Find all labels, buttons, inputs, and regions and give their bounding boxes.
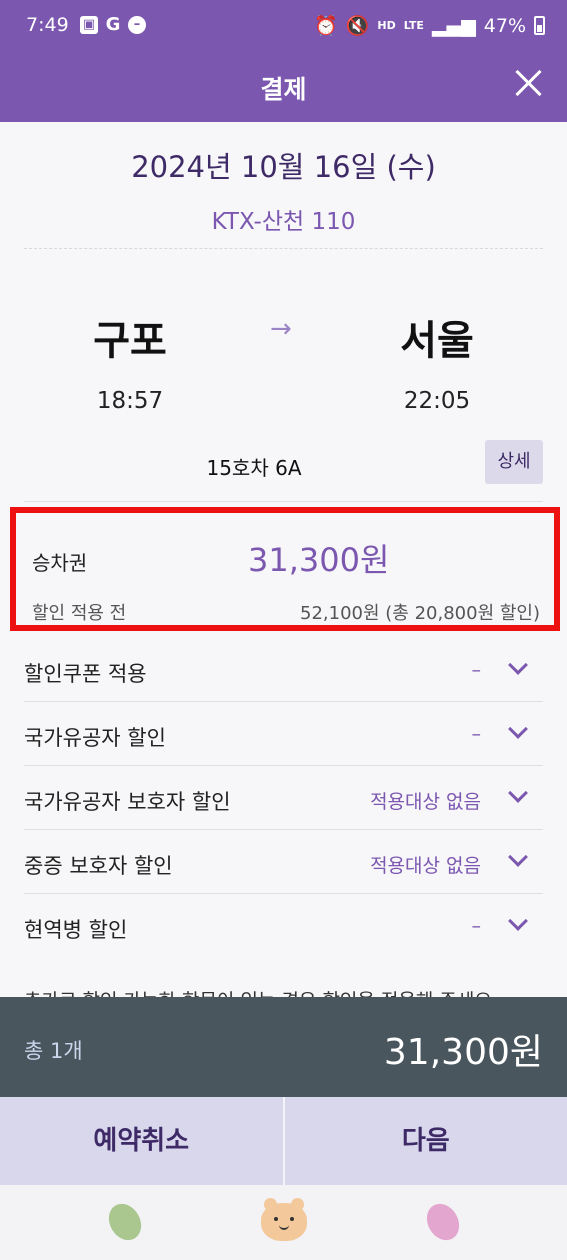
status-time: 7:49 (26, 14, 69, 36)
discount-row-veteran[interactable]: 국가유공자 할인 – (24, 702, 543, 766)
chevron-down-icon[interactable] (507, 914, 527, 934)
ticket-price-box: 승차권 31,300원 할인 적용 전 52,100원 (총 20,800원 할… (10, 507, 560, 631)
trip-date: 2024년 10월 16일 (수) (131, 150, 436, 184)
discount-row-severe-guardian[interactable]: 중증 보호자 할인 적용대상 없음 (24, 830, 543, 894)
next-button[interactable]: 다음 (285, 1097, 567, 1185)
total-bar: 총 1개 31,300원 (0, 997, 567, 1097)
alarm-icon: ⏰ (314, 15, 338, 37)
chevron-down-icon[interactable] (507, 850, 527, 870)
detail-button[interactable]: 상세 (485, 440, 543, 484)
train-name: KTX-산천 110 (211, 209, 356, 235)
arrow-right-icon: → (270, 314, 292, 344)
discount-label: 현역병 할인 (24, 918, 128, 942)
hd-voice-icon: HD (377, 19, 396, 32)
pre-discount-label: 할인 적용 전 (32, 603, 127, 624)
arrival: 서울 22:05 (347, 308, 527, 414)
seat-info: 15호차 6A (206, 456, 302, 480)
total-count: 총 1개 (24, 1039, 83, 1063)
bottom-nav (0, 1185, 567, 1260)
pink-bean-icon[interactable] (420, 1198, 466, 1246)
cancel-reservation-button[interactable]: 예약취소 (0, 1097, 283, 1185)
discount-hint-text: 추가로 할인 가능한 항목이 있는 경우 할인을 적용해 주세요. (24, 986, 498, 997)
battery-percent: 47% (483, 14, 526, 37)
arrival-station: 서울 (400, 318, 474, 364)
discount-row-veteran-guardian[interactable]: 국가유공자 보호자 할인 적용대상 없음 (24, 766, 543, 830)
chevron-down-icon[interactable] (507, 722, 527, 742)
departure-station: 구포 (93, 318, 167, 364)
status-bar: 7:49 ▣ G – ⏰ 🔇 HD LTE ▂▄▆ 47% (0, 0, 567, 52)
payment-content[interactable]: 2024년 10월 16일 (수) KTX-산천 110 구포 18:57 → … (0, 122, 567, 997)
dnd-icon: – (128, 16, 146, 34)
discount-row-coupon[interactable]: 할인쿠폰 적용 – (24, 638, 543, 702)
lte-icon: LTE (403, 19, 424, 32)
divider (24, 501, 543, 502)
discount-label: 국가유공자 할인 (24, 726, 166, 750)
pre-discount-value: 52,100원 (총 20,800원 할인) (300, 603, 540, 624)
chevron-down-icon[interactable] (507, 786, 527, 806)
google-icon: G (105, 14, 121, 35)
signal-icon: ▂▄▆ (431, 14, 476, 37)
departure-time: 18:57 (96, 388, 164, 414)
battery-icon (534, 16, 545, 35)
arrival-time: 22:05 (403, 388, 471, 414)
page-title: 결제 (260, 75, 307, 104)
discount-label: 할인쿠폰 적용 (24, 662, 147, 686)
discount-value: 적용대상 없음 (370, 855, 481, 877)
discount-value: – (471, 915, 482, 937)
ticket-label: 승차권 (32, 551, 88, 575)
gallery-icon: ▣ (80, 16, 98, 34)
dashed-divider (24, 248, 543, 249)
discount-value: 적용대상 없음 (370, 791, 481, 813)
departure: 구포 18:57 (40, 308, 220, 414)
green-bean-icon[interactable] (102, 1198, 148, 1246)
discount-value: – (471, 659, 482, 681)
bear-icon[interactable] (261, 1198, 307, 1241)
discount-label: 중증 보호자 할인 (24, 854, 173, 878)
header: 결제 (0, 52, 567, 122)
mute-icon: 🔇 (345, 15, 370, 37)
total-amount: 31,300원 (383, 1032, 543, 1073)
discount-row-soldier[interactable]: 현역병 할인 – (24, 894, 543, 958)
ticket-price: 31,300원 (248, 541, 390, 579)
discount-label: 국가유공자 보호자 할인 (24, 790, 231, 814)
action-bar: 예약취소 다음 (0, 1097, 567, 1185)
chevron-down-icon[interactable] (507, 658, 527, 678)
discount-value: – (471, 723, 482, 745)
close-icon[interactable] (511, 66, 545, 100)
